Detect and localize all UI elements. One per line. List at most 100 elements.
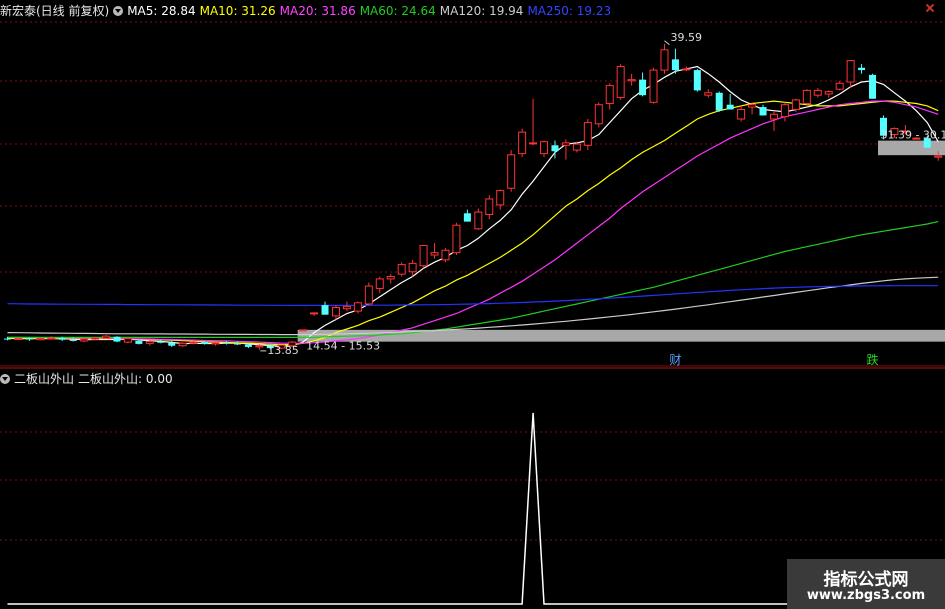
candle-up (178, 342, 187, 347)
candle-up (748, 104, 757, 108)
ma-legend-item: MA250: 19.23 (527, 4, 612, 18)
main-header: 新宏泰(日线 前复权) MA5: 28.84 MA10: 31.26 MA20: 31… (0, 4, 619, 18)
candle-up (846, 60, 855, 83)
ma-legend-item: MA10: 31.26 (199, 4, 276, 18)
candle-up (660, 49, 669, 71)
candle-up (507, 154, 516, 189)
candle-down (693, 70, 701, 91)
candle-up (835, 82, 844, 90)
chevron-down-icon[interactable] (0, 374, 10, 384)
candle-down (671, 59, 679, 71)
candle-up (518, 131, 527, 155)
watermark-title: 指标公式网 (823, 570, 909, 590)
watermark-url: www.zbgs3.com (806, 588, 926, 603)
candle-up (364, 285, 373, 305)
candle-up (102, 335, 111, 339)
ma60-line (7, 221, 939, 338)
ma-legend-item: MA20: 31.86 (279, 4, 356, 18)
close-icon[interactable] (925, 3, 935, 13)
candle-down (113, 336, 121, 342)
price-annotation-label: 39.59 (670, 31, 702, 44)
candle-down (463, 213, 471, 222)
candle-up (802, 89, 811, 105)
indicator-grid (0, 431, 945, 541)
candle-up (737, 108, 746, 120)
candle-up (496, 190, 505, 206)
candle-up (14, 338, 23, 341)
watermark-badge: 指标公式网 www.zbgs3.com (787, 559, 945, 609)
candle-up (189, 341, 198, 344)
candle-up (255, 345, 264, 348)
candle-up (397, 264, 406, 275)
candle-down (58, 337, 66, 340)
ma-legend-item: MA120: 19.94 (439, 4, 524, 18)
ma10-line (7, 100, 939, 346)
candle-up (299, 329, 308, 332)
candle-up (375, 278, 384, 289)
candle-up (36, 338, 45, 341)
candle-up (441, 249, 450, 261)
price-annotations: 39.59 13.85 14.54 - 15.53 31.39 - 30.17 财 跌 (260, 31, 945, 367)
indicator-header: 二板山外山 二板山外山: 0.00 (0, 372, 177, 386)
candle-up (485, 198, 494, 215)
candle-down (135, 340, 143, 344)
candle-up (430, 252, 439, 256)
candle-up (353, 302, 362, 312)
candle-down (233, 343, 241, 345)
candle-up (342, 305, 351, 310)
candle-up (91, 337, 100, 340)
candle-down (858, 67, 866, 71)
candle-down (869, 74, 877, 99)
stock-name: 新宏泰(日线 前复权) (0, 4, 110, 18)
candle-up (80, 338, 89, 342)
candle-up (769, 113, 778, 120)
candle-up (331, 307, 340, 317)
candle-up (123, 338, 132, 343)
candle-down (759, 107, 767, 116)
candle-down (715, 92, 723, 111)
ma-legend-item: MA60: 24.64 (359, 4, 436, 18)
candle-up (616, 66, 625, 99)
candle-up (791, 99, 800, 110)
candle-up (824, 91, 833, 95)
annotation-pointer (664, 40, 670, 46)
candle-up (211, 342, 220, 345)
price-annotation-label: 14.54 - 15.53 (306, 339, 380, 352)
price-bands (297, 140, 945, 342)
candle-up (682, 68, 691, 71)
candle-up (594, 104, 603, 125)
candle-down (321, 305, 329, 315)
price-annotation-label: 31.39 - 30.17 (880, 129, 945, 142)
candle-down (726, 104, 734, 110)
candle-up (145, 341, 154, 344)
indicator-name: 二板山外山 (14, 372, 75, 386)
price-band (878, 140, 945, 156)
stock-chart-canvas: 39.59 13.85 14.54 - 15.53 31.39 - 30.17 财 跌 (0, 21, 945, 605)
candle-up (934, 155, 943, 158)
candle-up (47, 337, 56, 340)
candle-up (649, 69, 658, 103)
candle-down (639, 79, 647, 96)
event-marker: 财 (669, 353, 681, 367)
candle-up (704, 92, 713, 96)
ma250-line (7, 285, 939, 306)
price-grid (0, 21, 945, 273)
ma-legend-item: MA5: 28.84 (127, 4, 196, 18)
ma20-line (7, 100, 939, 344)
candle-down (3, 338, 11, 340)
candle-up (605, 85, 614, 105)
candle-up (627, 79, 636, 82)
chevron-down-icon[interactable] (113, 6, 124, 16)
candle-up (386, 276, 395, 280)
candle-up (452, 224, 461, 254)
candle-up (419, 244, 428, 267)
candle-up (540, 141, 549, 155)
candle-up (561, 142, 570, 146)
candle-down (25, 338, 33, 340)
candle-down (222, 342, 230, 344)
candle-up (813, 89, 822, 96)
candle-up (780, 104, 789, 118)
price-annotation-label: 13.85 (267, 344, 299, 357)
candle-up (474, 211, 483, 230)
candle-up (529, 142, 538, 145)
